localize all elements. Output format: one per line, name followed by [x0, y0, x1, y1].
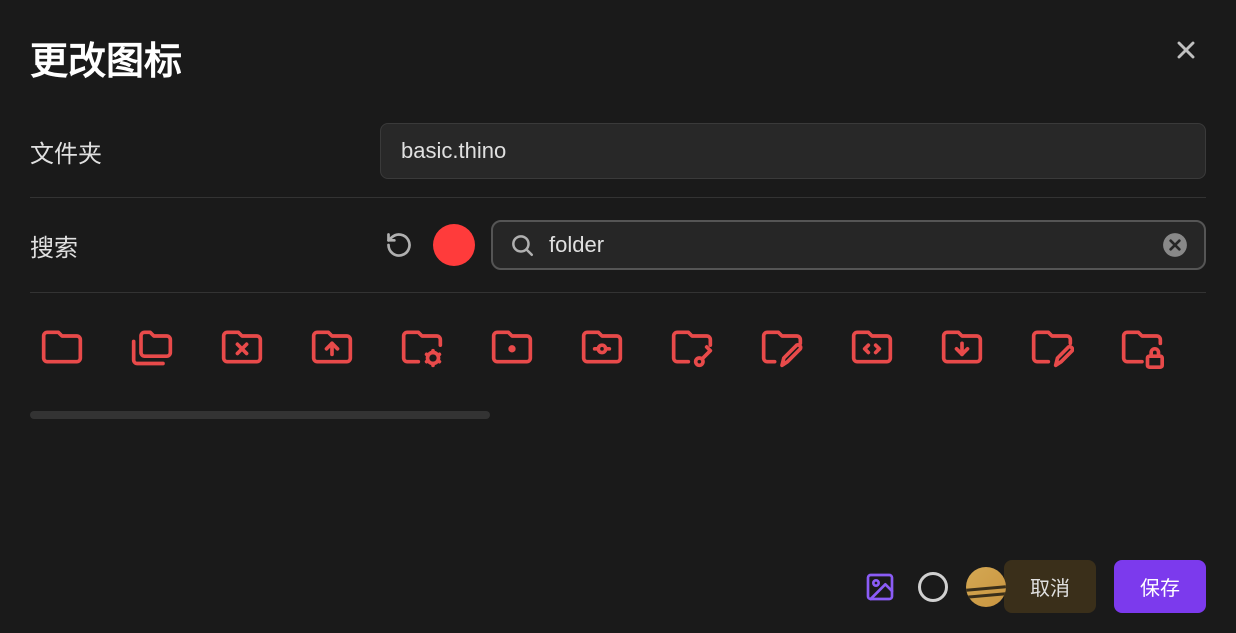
reset-button[interactable]	[381, 227, 417, 263]
undo-icon	[385, 231, 413, 259]
dialog-title: 更改图标	[30, 30, 182, 85]
close-button[interactable]	[1166, 30, 1206, 73]
folder-row: 文件夹	[30, 105, 1206, 198]
save-button[interactable]: 保存	[1114, 560, 1206, 613]
clear-search-button[interactable]	[1162, 232, 1188, 258]
search-input-wrapper	[491, 220, 1206, 270]
circle-button[interactable]	[918, 572, 948, 602]
dialog-footer: 取消 保存	[30, 540, 1206, 613]
clear-icon	[1162, 232, 1188, 258]
folder-pen-icon[interactable]	[758, 323, 806, 371]
cancel-button[interactable]: 取消	[1004, 560, 1096, 613]
folder-x-icon[interactable]	[218, 323, 266, 371]
folder-input[interactable]	[380, 123, 1206, 179]
folder-up-icon[interactable]	[308, 323, 356, 371]
folder-dot-icon[interactable]	[488, 323, 536, 371]
avatar-button[interactable]	[966, 567, 1006, 607]
icon-grid	[30, 323, 1206, 371]
folder-code-icon[interactable]	[848, 323, 896, 371]
folders-icon[interactable]	[128, 323, 176, 371]
search-icon	[509, 232, 535, 258]
folder-lock-icon[interactable]	[1118, 323, 1166, 371]
folder-edit-icon[interactable]	[1028, 323, 1076, 371]
change-icon-dialog: 更改图标 文件夹 搜索	[0, 0, 1236, 633]
search-label: 搜索	[30, 228, 365, 263]
icon-grid-container	[30, 293, 1206, 540]
image-icon	[864, 571, 896, 603]
folder-git-icon[interactable]	[578, 323, 626, 371]
image-picker-button[interactable]	[860, 567, 900, 607]
search-input[interactable]	[549, 232, 1148, 258]
folder-cog-icon[interactable]	[398, 323, 446, 371]
folder-down-icon[interactable]	[938, 323, 986, 371]
scroll-indicator[interactable]	[30, 411, 490, 419]
folder-icon[interactable]	[38, 323, 86, 371]
folder-key-icon[interactable]	[668, 323, 716, 371]
close-icon	[1172, 36, 1200, 64]
color-picker[interactable]	[433, 224, 475, 266]
search-row: 搜索	[30, 198, 1206, 293]
dialog-header: 更改图标	[30, 30, 1206, 85]
folder-label: 文件夹	[30, 134, 380, 169]
